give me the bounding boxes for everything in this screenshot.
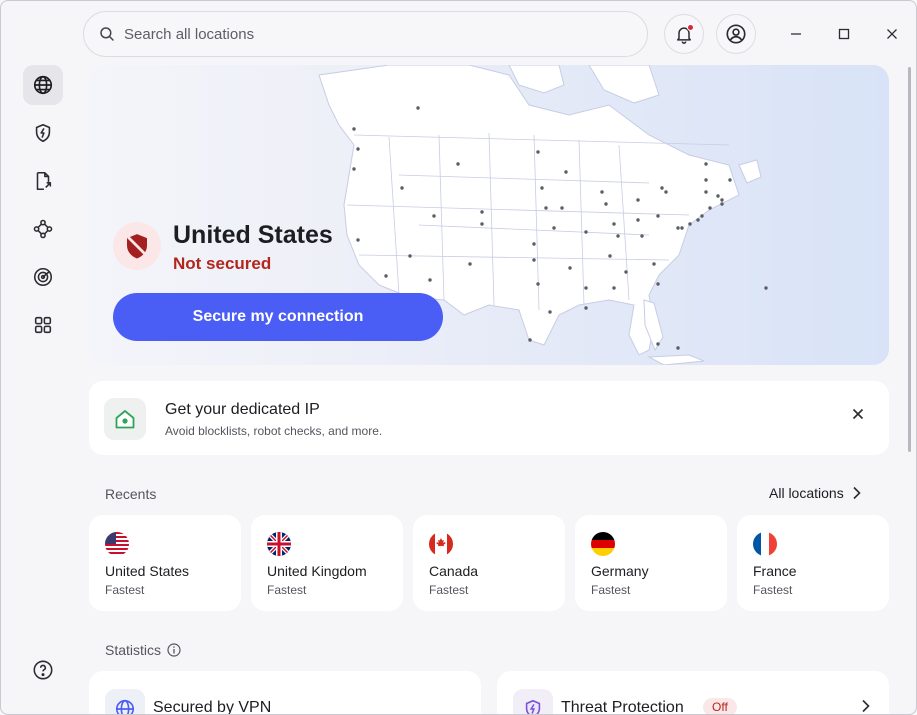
recent-location-card[interactable]: Germany Fastest xyxy=(575,515,727,611)
us-flag-icon xyxy=(105,532,129,556)
recent-location-sub: Fastest xyxy=(753,583,793,597)
recent-location-name: Canada xyxy=(429,563,479,579)
ca-flag-icon xyxy=(429,532,453,556)
recent-location-card[interactable]: Canada Fastest xyxy=(413,515,565,611)
recent-location-name: United Kingdom xyxy=(267,563,367,579)
document-arrow-icon xyxy=(36,171,52,191)
meshnet-icon xyxy=(33,219,53,239)
info-icon[interactable] xyxy=(167,643,181,657)
dismiss-promo-button[interactable] xyxy=(847,403,869,425)
search-bar[interactable] xyxy=(83,11,648,57)
all-locations-link[interactable]: All locations xyxy=(769,485,862,501)
all-locations-label: All locations xyxy=(769,485,844,501)
recent-location-name: United States xyxy=(105,563,190,579)
sidebar-item-apps[interactable] xyxy=(23,305,63,345)
recent-location-sub: Fastest xyxy=(591,583,631,597)
house-pin-icon xyxy=(115,410,135,429)
sidebar-item-dark-web-monitor[interactable] xyxy=(23,257,63,297)
secure-connection-button[interactable]: Secure my connection xyxy=(113,293,443,341)
stat-icon-container xyxy=(513,689,553,714)
account-button[interactable] xyxy=(716,14,756,54)
recent-location-name: Germany xyxy=(591,563,649,579)
stat-card-threat-protection[interactable]: Threat Protection Off xyxy=(497,671,889,715)
user-icon xyxy=(726,24,746,44)
uk-flag-icon xyxy=(267,532,291,556)
recent-location-sub: Fastest xyxy=(267,583,307,597)
notifications-button[interactable] xyxy=(664,14,704,54)
sidebar-item-meshnet[interactable] xyxy=(23,209,63,249)
close-window-button[interactable] xyxy=(881,23,903,45)
sidebar-item-threat-protection[interactable] xyxy=(23,113,63,153)
dedicated-ip-banner[interactable]: Get your dedicated IP Avoid blocklists, … xyxy=(89,381,889,455)
search-icon xyxy=(100,27,114,41)
maximize-icon xyxy=(838,28,850,40)
connection-status: Not secured xyxy=(173,254,272,273)
recent-location-sub: Fastest xyxy=(105,583,145,597)
de-flag-icon xyxy=(591,532,615,556)
scrollbar[interactable] xyxy=(908,67,911,452)
recent-location-card[interactable]: France Fastest xyxy=(737,515,889,611)
statistics-heading: Statistics xyxy=(105,642,181,658)
statistics-label: Statistics xyxy=(105,642,162,658)
close-icon xyxy=(852,408,864,420)
maximize-button[interactable] xyxy=(833,23,855,45)
recent-location-card[interactable]: United States Fastest xyxy=(89,515,241,611)
recent-location-card[interactable]: United Kingdom Fastest xyxy=(251,515,403,611)
minimize-button[interactable] xyxy=(785,23,807,45)
promo-title: Get your dedicated IP xyxy=(165,401,320,418)
radar-icon xyxy=(33,267,53,287)
globe-icon xyxy=(33,75,53,95)
minimize-icon xyxy=(791,33,801,35)
shield-bolt-icon xyxy=(35,123,51,143)
connection-status-badge xyxy=(113,222,161,270)
stat-card-vpn[interactable]: Secured by VPN xyxy=(89,671,481,715)
globe-icon xyxy=(115,699,135,714)
recent-location-name: France xyxy=(753,563,797,579)
close-icon xyxy=(887,29,897,39)
chevron-right-icon xyxy=(853,486,861,500)
promo-icon-container xyxy=(104,398,146,440)
shield-off-icon xyxy=(127,234,147,259)
stat-title: Threat Protection xyxy=(561,699,684,715)
threat-shield-icon xyxy=(525,699,541,714)
sidebar-item-file-share[interactable] xyxy=(23,161,63,201)
sidebar-item-locations[interactable] xyxy=(23,65,63,105)
help-icon xyxy=(33,660,53,680)
fr-flag-icon xyxy=(753,532,777,556)
stat-title: Secured by VPN xyxy=(153,699,272,715)
help-button[interactable] xyxy=(31,658,55,682)
search-input[interactable] xyxy=(124,25,604,43)
stat-icon-container xyxy=(105,689,145,714)
recents-heading: Recents xyxy=(105,486,157,502)
notification-dot xyxy=(687,24,694,31)
grid-icon xyxy=(34,316,52,334)
status-badge: Off xyxy=(703,698,737,714)
chevron-right-icon xyxy=(862,699,870,713)
promo-subtitle: Avoid blocklists, robot checks, and more… xyxy=(165,424,383,438)
recent-location-sub: Fastest xyxy=(429,583,469,597)
app-window: United States Not secured Secure my conn… xyxy=(0,0,917,715)
selected-country: United States xyxy=(173,221,333,249)
